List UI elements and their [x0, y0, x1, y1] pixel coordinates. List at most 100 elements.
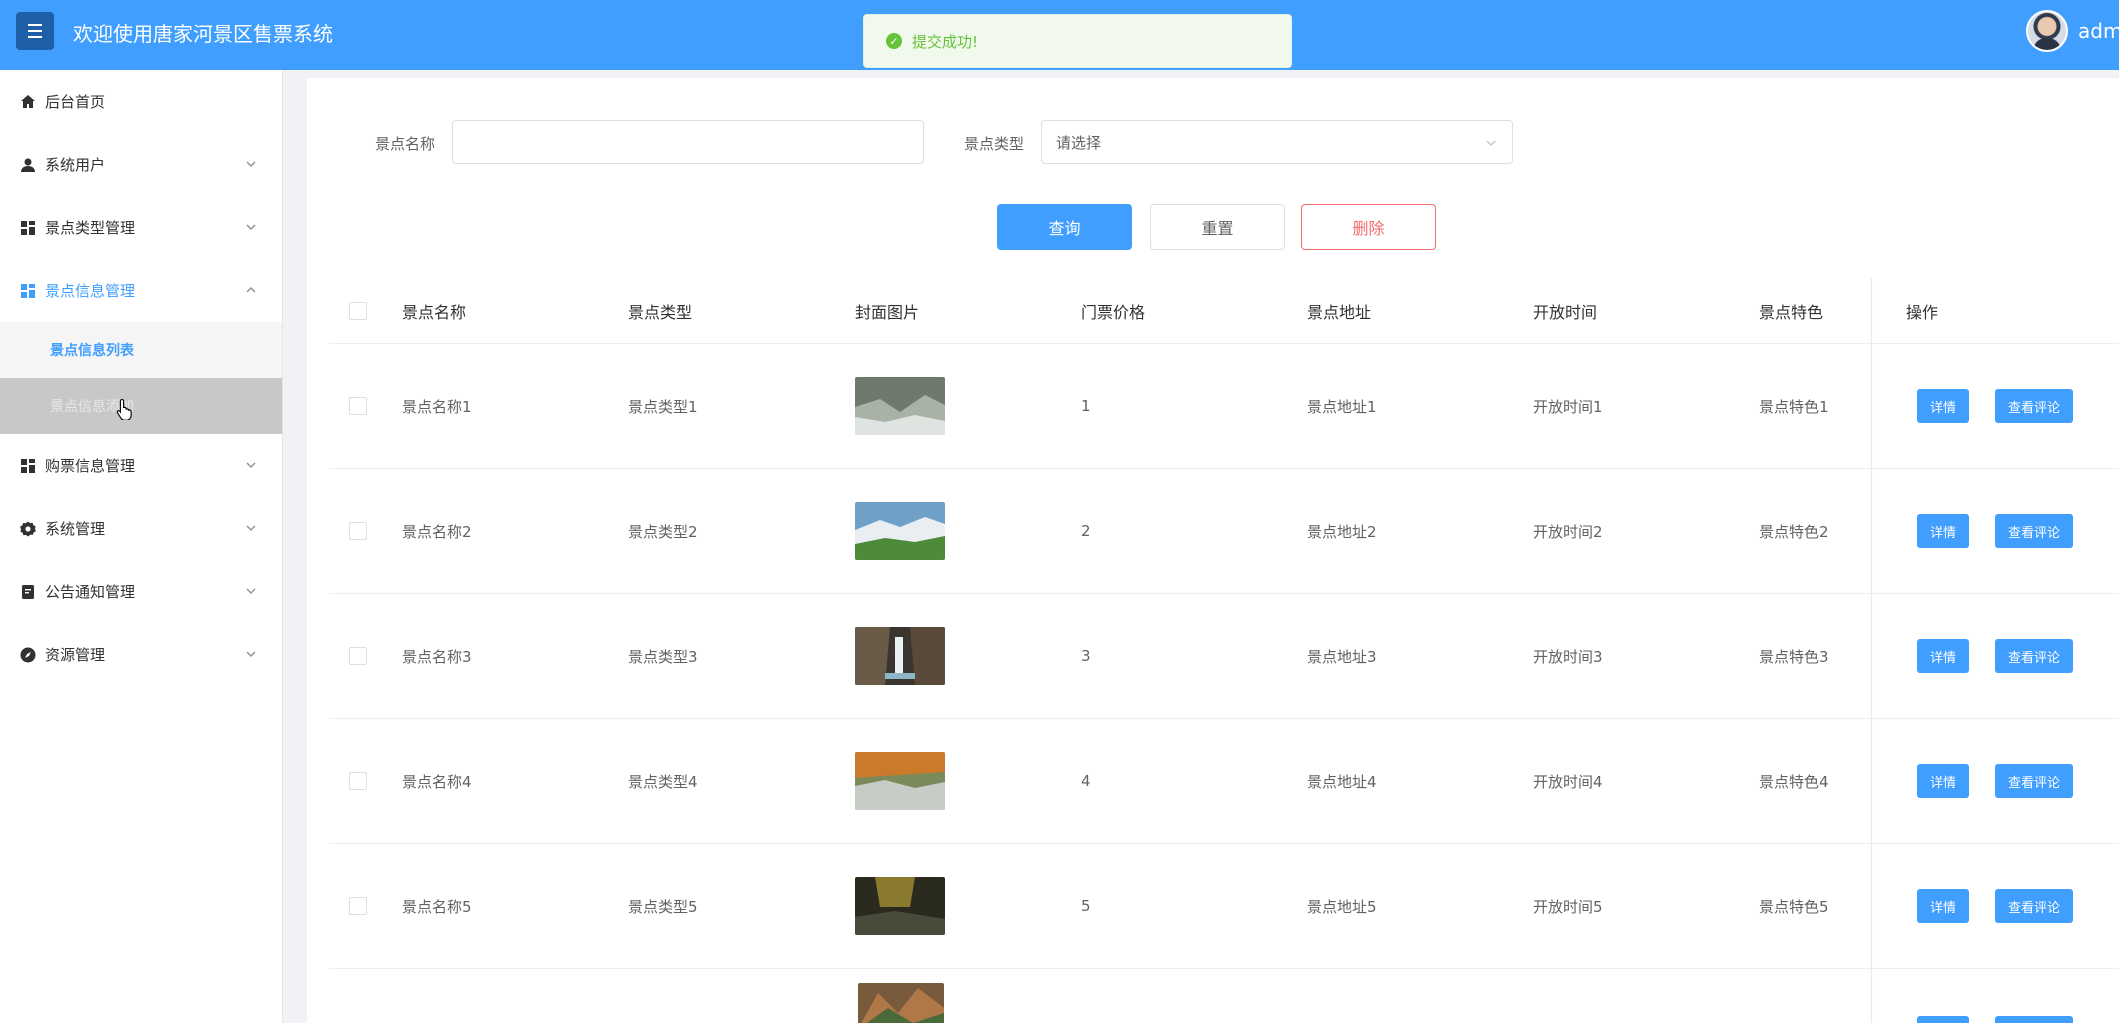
column-header: 门票价格	[1081, 302, 1146, 322]
select-all-checkbox[interactable]	[349, 301, 367, 320]
sidebar-item-ticket-info[interactable]: 购票信息管理	[0, 434, 282, 497]
ticket-price-cell: 3	[1081, 647, 1091, 665]
sidebar-item-resources[interactable]: 资源管理	[0, 623, 282, 686]
spot-address-cell: 景点地址3	[1307, 647, 1377, 666]
table-row: 景点名称5 景点类型5 5 景点地址5 开放时间5 景点特色5 详情 查看评论	[329, 844, 2119, 969]
opening-hours-cell: 开放时间2	[1533, 522, 1603, 541]
spot-name-input[interactable]	[452, 120, 924, 164]
cover-image	[855, 627, 945, 685]
column-header: 景点地址	[1307, 302, 1372, 322]
view-reviews-button[interactable]: 查看评论	[1995, 639, 2073, 673]
column-header: 开放时间	[1533, 302, 1598, 322]
spot-type-label: 景点类型	[964, 135, 1025, 153]
grid-icon	[20, 458, 36, 474]
row-checkbox[interactable]	[349, 897, 367, 915]
gear-icon	[20, 521, 36, 537]
spot-feature-cell: 景点特色4	[1759, 772, 1829, 791]
row-checkbox[interactable]	[349, 772, 367, 790]
spot-feature-cell: 景点特色2	[1759, 522, 1829, 541]
fixed-column-divider	[1871, 278, 1872, 1023]
detail-button[interactable]	[1917, 1016, 1969, 1023]
opening-hours-cell: 开放时间4	[1533, 772, 1603, 791]
table-row-partial	[329, 969, 2119, 1023]
sidebar-item-system-users[interactable]: 系统用户	[0, 133, 282, 196]
hamburger-icon[interactable]	[16, 12, 54, 50]
opening-hours-cell: 开放时间1	[1533, 397, 1603, 416]
detail-button[interactable]: 详情	[1917, 889, 1969, 923]
cover-image	[855, 502, 945, 560]
sidebar-subitem-spot-add[interactable]: 景点信息添加	[0, 378, 282, 434]
detail-button[interactable]: 详情	[1917, 389, 1969, 423]
column-header: 景点特色	[1759, 302, 1824, 322]
sidebar-item-spot-types[interactable]: 景点类型管理	[0, 196, 282, 259]
spot-address-cell: 景点地址2	[1307, 522, 1377, 541]
ticket-price-cell: 1	[1081, 397, 1091, 415]
hand-cursor-icon	[116, 398, 132, 420]
spot-name-label: 景点名称	[375, 135, 436, 153]
spot-table: 景点名称 景点类型 封面图片 门票价格 景点地址 开放时间 景点特色 操作 景点…	[329, 278, 2119, 1023]
spot-name-cell: 景点名称4	[402, 772, 472, 791]
column-header: 景点类型	[628, 302, 693, 322]
ticket-price-cell: 4	[1081, 772, 1091, 790]
view-reviews-button[interactable]: 查看评论	[1995, 764, 2073, 798]
detail-button[interactable]: 详情	[1917, 639, 1969, 673]
cover-image	[855, 377, 945, 435]
search-form: 景点名称 景点类型 请选择	[307, 120, 2119, 164]
view-reviews-button[interactable]	[1995, 1016, 2073, 1023]
spot-address-cell: 景点地址4	[1307, 772, 1377, 791]
home-icon	[20, 94, 36, 110]
table-row: 景点名称2 景点类型2 2 景点地址2 开放时间2 景点特色2 详情 查看评论	[329, 469, 2119, 594]
row-checkbox[interactable]	[349, 397, 367, 415]
chevron-up-icon	[244, 283, 258, 297]
spot-type-select[interactable]: 请选择	[1041, 120, 1513, 164]
avatar[interactable]	[2026, 10, 2068, 52]
sidebar: 后台首页 系统用户 景点类型管理 景点信息管理 景点信息列表 景点信息添加 购票…	[0, 70, 283, 1023]
app-title: 欢迎使用唐家河景区售票系统	[73, 22, 333, 46]
sidebar-item-label: 后台首页	[45, 93, 106, 111]
username[interactable]: admin	[2078, 19, 2119, 43]
column-header: 操作	[1906, 302, 1939, 322]
table-row: 景点名称3 景点类型3 3 景点地址3 开放时间3 景点特色3 详情 查看评论	[329, 594, 2119, 719]
sidebar-item-system-management[interactable]: 系统管理	[0, 497, 282, 560]
query-button[interactable]: 查询	[997, 204, 1132, 250]
table-row: 景点名称4 景点类型4 4 景点地址4 开放时间4 景点特色4 详情 查看评论	[329, 719, 2119, 844]
sidebar-item-announcements[interactable]: 公告通知管理	[0, 560, 282, 623]
chevron-down-icon	[244, 521, 258, 535]
sidebar-item-spot-info[interactable]: 景点信息管理	[0, 259, 282, 322]
opening-hours-cell: 开放时间5	[1533, 897, 1603, 916]
spot-name-cell: 景点名称2	[402, 522, 472, 541]
table-header: 景点名称 景点类型 封面图片 门票价格 景点地址 开放时间 景点特色 操作	[329, 278, 2119, 344]
cover-image	[855, 752, 945, 810]
delete-button[interactable]: 删除	[1301, 204, 1436, 250]
chevron-down-icon	[244, 458, 258, 472]
chevron-down-icon	[244, 584, 258, 598]
spot-feature-cell: 景点特色1	[1759, 397, 1829, 416]
spot-type-cell: 景点类型5	[628, 897, 698, 916]
view-reviews-button[interactable]: 查看评论	[1995, 389, 2073, 423]
sidebar-item-label: 景点类型管理	[45, 219, 136, 237]
sidebar-item-home[interactable]: 后台首页	[0, 70, 282, 133]
spot-type-cell: 景点类型1	[628, 397, 698, 416]
spot-address-cell: 景点地址1	[1307, 397, 1377, 416]
detail-button[interactable]: 详情	[1917, 764, 1969, 798]
view-reviews-button[interactable]: 查看评论	[1995, 514, 2073, 548]
row-checkbox[interactable]	[349, 522, 367, 540]
detail-button[interactable]: 详情	[1917, 514, 1969, 548]
column-header: 封面图片	[855, 302, 920, 322]
cover-image	[855, 877, 945, 935]
view-reviews-button[interactable]: 查看评论	[1995, 889, 2073, 923]
cover-image	[858, 983, 944, 1023]
grid-icon	[20, 220, 36, 236]
user-icon	[20, 157, 36, 173]
reset-button[interactable]: 重置	[1150, 204, 1285, 250]
ticket-price-cell: 5	[1081, 897, 1091, 915]
grid-icon	[20, 283, 36, 299]
main-panel: 景点名称 景点类型 请选择 查询 重置 删除 景点名称 景点类型 封面图片 门票…	[307, 78, 2119, 1023]
row-checkbox[interactable]	[349, 647, 367, 665]
document-icon	[20, 584, 36, 600]
sidebar-subitem-spot-list[interactable]: 景点信息列表	[0, 322, 282, 378]
spot-type-cell: 景点类型3	[628, 647, 698, 666]
sidebar-item-label: 购票信息管理	[45, 457, 136, 475]
toast-message: 提交成功!	[912, 32, 979, 51]
spot-type-cell: 景点类型4	[628, 772, 698, 791]
